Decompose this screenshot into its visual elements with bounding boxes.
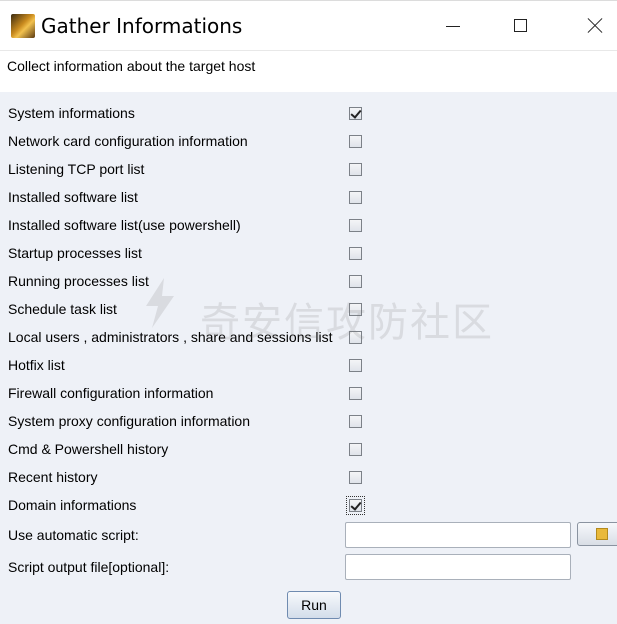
title-bar: Gather Informations	[0, 0, 617, 50]
browse-button[interactable]	[577, 522, 617, 546]
script-label: Use automatic script:	[8, 527, 139, 543]
run-button[interactable]: Run	[287, 591, 341, 619]
option-checkbox[interactable]	[349, 471, 362, 484]
option-checkbox[interactable]	[349, 387, 362, 400]
minimize-button[interactable]	[430, 1, 476, 51]
option-label: Network card configuration information	[8, 133, 248, 149]
close-button[interactable]	[571, 1, 617, 51]
option-label: System proxy configuration information	[8, 413, 250, 429]
option-label: System informations	[8, 105, 135, 121]
option-checkbox[interactable]	[349, 163, 362, 176]
option-checkbox[interactable]	[349, 415, 362, 428]
watermark-logo-icon	[146, 278, 174, 328]
option-label: Listening TCP port list	[8, 161, 145, 177]
option-label: Recent history	[8, 469, 98, 485]
option-checkbox[interactable]	[349, 443, 362, 456]
maximize-button[interactable]	[498, 1, 544, 51]
output-label: Script output file[optional]:	[8, 559, 170, 575]
option-label: Installed software list	[8, 189, 138, 205]
output-file-input[interactable]	[345, 554, 571, 580]
option-checkbox[interactable]	[346, 496, 365, 515]
option-label: Running processes list	[8, 273, 149, 289]
option-checkbox[interactable]	[349, 359, 362, 372]
option-checkbox[interactable]	[349, 219, 362, 232]
folder-icon	[596, 528, 608, 540]
option-label: Cmd & Powershell history	[8, 441, 169, 457]
window-title: Gather Informations	[41, 14, 243, 38]
option-label: Domain informations	[8, 497, 137, 513]
option-checkbox[interactable]	[349, 135, 362, 148]
option-checkbox[interactable]	[349, 275, 362, 288]
option-label: Installed software list(use powershell)	[8, 217, 241, 233]
option-checkbox[interactable]	[349, 107, 362, 120]
script-input[interactable]	[345, 522, 571, 548]
watermark-text: 奇安信攻防社区	[200, 300, 494, 346]
header-description: Collect information about the target hos…	[7, 58, 256, 74]
option-label: Startup processes list	[8, 245, 142, 261]
option-label: Schedule task list	[8, 301, 117, 317]
header-panel: Collect information about the target hos…	[0, 50, 617, 92]
option-label: Firewall configuration information	[8, 385, 214, 401]
option-checkbox[interactable]	[349, 191, 362, 204]
option-checkbox[interactable]	[349, 247, 362, 260]
option-label: Hotfix list	[8, 357, 65, 373]
app-icon	[11, 14, 35, 38]
